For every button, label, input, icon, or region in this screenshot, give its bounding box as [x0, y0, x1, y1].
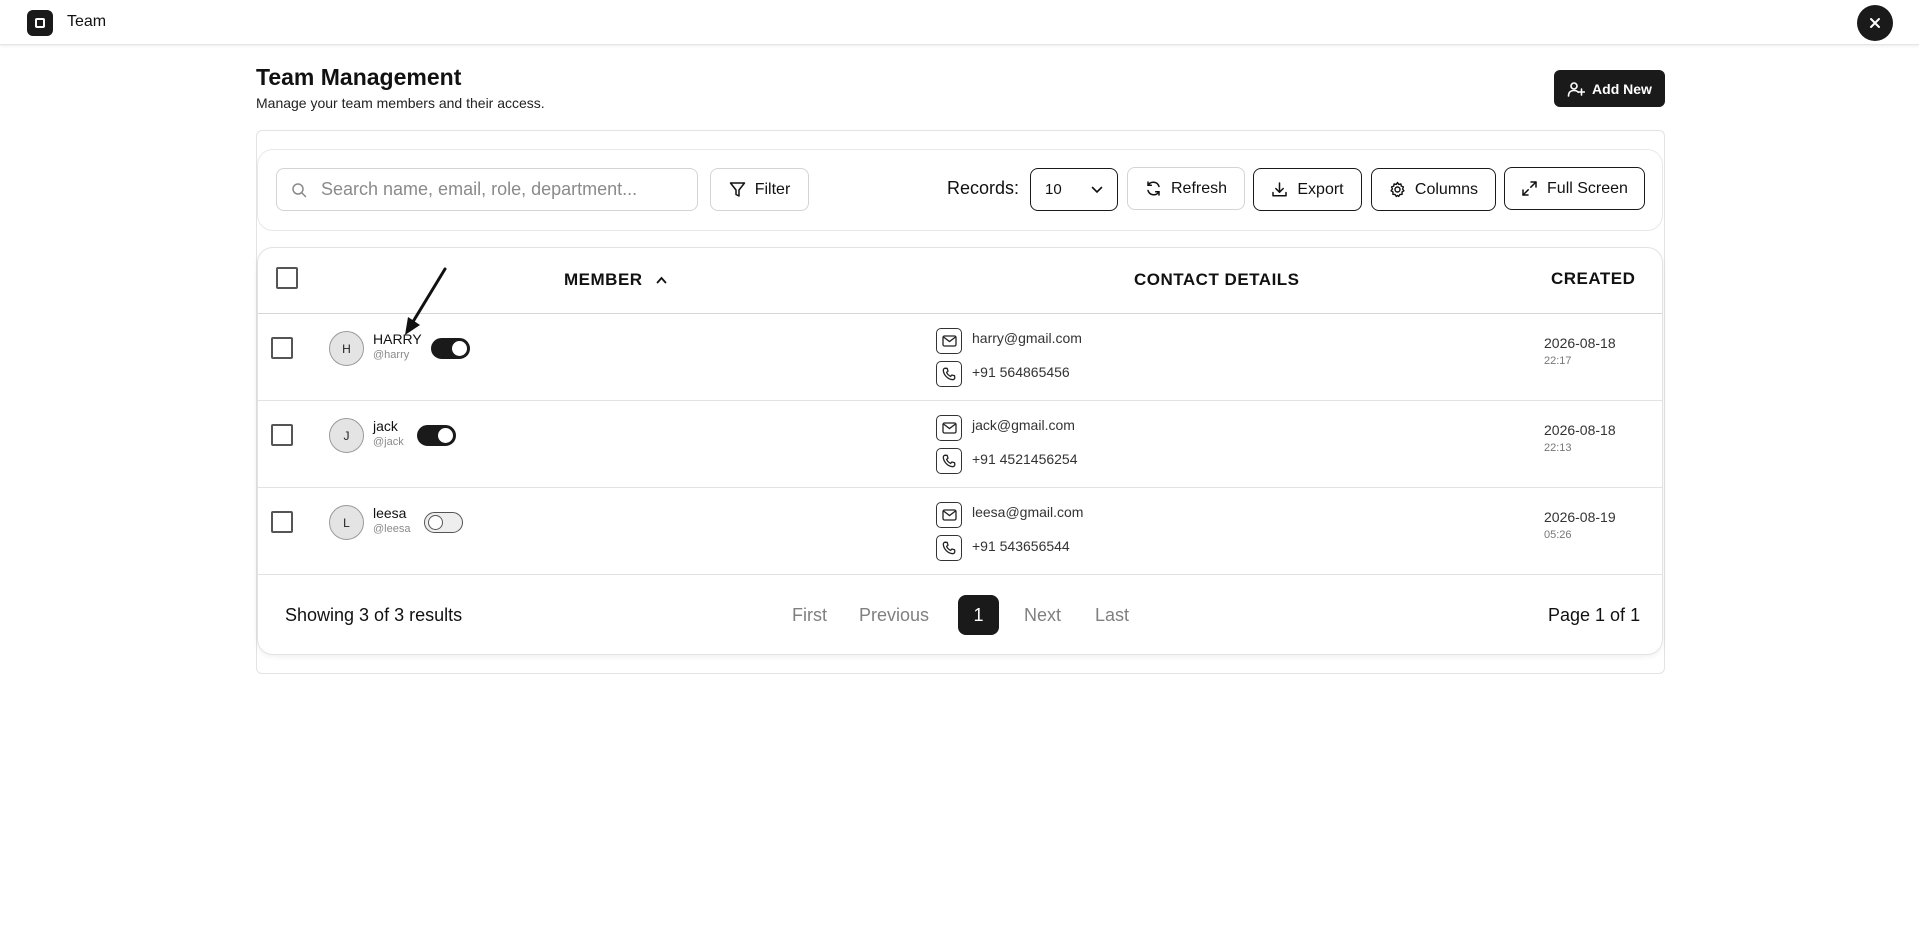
table-row: H HARRY @harry harry@gmail.com +91 56486… — [258, 314, 1662, 401]
full-screen-label: Full Screen — [1547, 179, 1628, 197]
page-indicator: Page 1 of 1 — [1548, 605, 1641, 625]
add-user-icon — [1567, 81, 1586, 97]
refresh-button[interactable]: Refresh — [1127, 167, 1245, 210]
export-label: Export — [1297, 180, 1344, 198]
top-bar: Team — [0, 0, 1919, 45]
member-phone: +91 543656544 — [972, 538, 1070, 554]
created-header: CREATED — [1551, 269, 1636, 288]
expand-icon — [1522, 181, 1537, 196]
filter-label: Filter — [754, 180, 791, 198]
email-icon — [936, 502, 962, 528]
app-logo-icon — [27, 10, 53, 36]
created-date: 2026-08-18 — [1544, 422, 1616, 438]
phone-icon — [936, 448, 962, 474]
page-title: Team Management — [256, 64, 462, 90]
app-title: Team — [67, 13, 107, 30]
member-email: leesa@gmail.com — [972, 504, 1084, 520]
table-header: MEMBER CONTACT DETAILS CREATED — [258, 248, 1662, 314]
member-email: harry@gmail.com — [972, 330, 1082, 346]
avatar: H — [329, 331, 364, 366]
member-phone: +91 564865456 — [972, 364, 1070, 380]
filter-button[interactable]: Filter — [710, 168, 809, 211]
phone-icon — [936, 535, 962, 561]
member-handle: @jack — [373, 436, 404, 448]
row-checkbox[interactable] — [271, 424, 293, 446]
avatar: J — [329, 418, 364, 453]
next-page-link[interactable]: Next — [1024, 605, 1061, 626]
row-checkbox[interactable] — [271, 337, 293, 359]
contact-details-header: CONTACT DETAILS — [1134, 270, 1300, 289]
previous-page-link[interactable]: Previous — [859, 605, 929, 626]
pagination-bar: Showing 3 of 3 results First Previous 1 … — [258, 575, 1662, 654]
chevron-down-icon — [1091, 186, 1103, 193]
records-per-page-select[interactable]: 10 — [1030, 168, 1118, 211]
chevron-up-icon — [656, 276, 666, 284]
member-name: leesa — [373, 505, 407, 521]
records-value: 10 — [1045, 181, 1062, 198]
records-label: Records: — [947, 178, 1020, 198]
member-name: jack — [373, 418, 398, 434]
close-button[interactable] — [1857, 5, 1893, 41]
annotation-arrow-icon — [405, 267, 447, 335]
created-time: 22:17 — [1544, 355, 1572, 367]
export-button[interactable]: Export — [1253, 168, 1362, 211]
created-date: 2026-08-19 — [1544, 509, 1616, 525]
created-date: 2026-08-18 — [1544, 335, 1616, 351]
current-page-button[interactable]: 1 — [958, 595, 999, 635]
gear-icon — [1390, 181, 1405, 198]
refresh-icon — [1147, 181, 1160, 196]
team-table: MEMBER CONTACT DETAILS CREATED H HARRY @… — [257, 247, 1663, 655]
phone-icon — [936, 361, 962, 387]
search-box[interactable] — [276, 168, 698, 211]
filter-icon — [729, 182, 745, 197]
member-column-header[interactable]: MEMBER — [564, 270, 667, 290]
status-toggle[interactable] — [424, 512, 463, 533]
results-count: Showing 3 of 3 results — [285, 605, 463, 625]
last-page-link[interactable]: Last — [1095, 605, 1129, 626]
refresh-label: Refresh — [1170, 179, 1228, 197]
member-header-label: MEMBER — [564, 270, 643, 289]
select-all-checkbox[interactable] — [276, 267, 298, 289]
add-new-button[interactable]: Add New — [1554, 70, 1665, 107]
created-time: 22:13 — [1544, 442, 1572, 454]
avatar: L — [329, 505, 364, 540]
search-input[interactable] — [321, 179, 661, 200]
member-handle: @harry — [373, 349, 410, 361]
search-icon — [291, 182, 307, 198]
download-icon — [1272, 182, 1288, 197]
email-icon — [936, 328, 962, 354]
email-icon — [936, 415, 962, 441]
created-time: 05:26 — [1544, 529, 1572, 541]
member-phone: +91 4521456254 — [972, 451, 1078, 467]
member-email: jack@gmail.com — [972, 417, 1075, 433]
member-handle: @leesa — [373, 523, 411, 535]
full-screen-button[interactable]: Full Screen — [1504, 167, 1645, 210]
add-new-label: Add New — [1592, 80, 1652, 97]
first-page-link[interactable]: First — [792, 605, 827, 626]
close-icon — [1870, 18, 1880, 28]
columns-label: Columns — [1414, 180, 1479, 198]
status-toggle[interactable] — [417, 425, 456, 446]
page-subtitle: Manage your team members and their acces… — [256, 95, 545, 111]
row-checkbox[interactable] — [271, 511, 293, 533]
columns-button[interactable]: Columns — [1371, 168, 1496, 211]
table-row: J jack @jack jack@gmail.com +91 45214562… — [258, 401, 1662, 488]
table-row: L leesa @leesa leesa@gmail.com +91 54365… — [258, 488, 1662, 575]
status-toggle[interactable] — [431, 338, 470, 359]
